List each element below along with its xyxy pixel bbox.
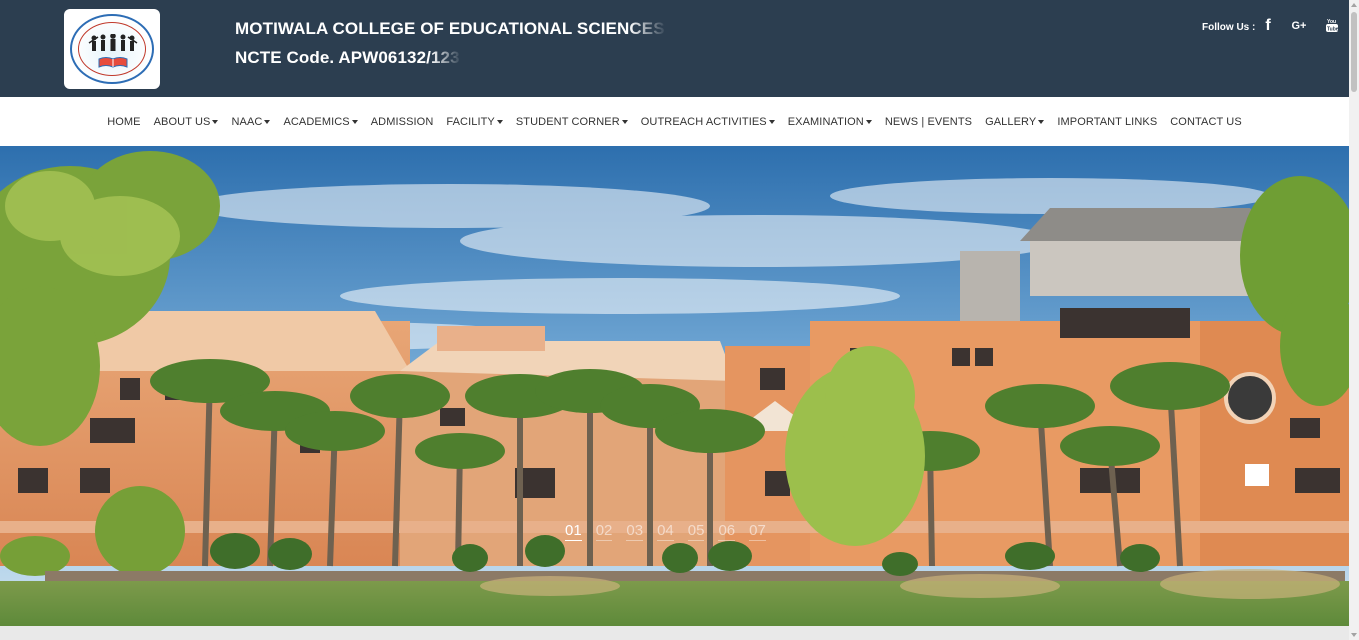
slide-indicator-07[interactable]: 07: [749, 522, 766, 541]
nav-important-links[interactable]: IMPORTANT LINKS: [1057, 116, 1157, 128]
hero-slider: 01 02 03 04 05 06 07: [0, 146, 1349, 626]
site-header: MOTIWALA COLLEGE OF EDUCATIONAL SCIENCES…: [0, 0, 1349, 97]
scroll-up-arrow-icon[interactable]: [1351, 3, 1357, 7]
caret-down-icon: [212, 119, 219, 124]
nav-admission[interactable]: ADMISSION: [371, 116, 434, 128]
slide-indicator-01[interactable]: 01: [565, 522, 582, 541]
slide-indicator-03[interactable]: 03: [626, 522, 644, 541]
nav-about-us[interactable]: ABOUT US: [154, 116, 219, 128]
caret-down-icon: [1038, 119, 1045, 124]
nav-outreach-activities[interactable]: OUTREACH ACTIVITIES: [641, 116, 775, 128]
logo-seal-icon: [70, 14, 154, 84]
nav-contact-us[interactable]: CONTACT US: [1170, 116, 1242, 128]
ncte-code: NCTE Code. APW06132/123: [235, 48, 460, 67]
slide-indicator-02[interactable]: 02: [595, 522, 613, 541]
slide-indicator-06[interactable]: 06: [718, 522, 736, 541]
caret-down-icon: [264, 119, 271, 124]
follow-us-label: Follow Us :: [1202, 22, 1256, 33]
nav-examination[interactable]: EXAMINATION: [788, 116, 872, 128]
caret-down-icon: [621, 119, 628, 124]
nav-facility[interactable]: FACILITY: [446, 116, 503, 128]
slide-indicator-04[interactable]: 04: [657, 522, 674, 541]
caret-down-icon: [768, 119, 775, 124]
caret-down-icon: [496, 119, 503, 124]
scrollbar-thumb[interactable]: [1351, 12, 1357, 92]
nav-academics[interactable]: ACADEMICS: [283, 116, 358, 128]
main-navigation: HOME ABOUT US NAAC ACADEMICS ADMISSION F…: [0, 97, 1349, 146]
scroll-down-arrow-icon[interactable]: [1351, 633, 1357, 637]
slider-indicators: 01 02 03 04 05 06 07: [565, 522, 766, 541]
youtube-icon[interactable]: You Tube: [1323, 17, 1341, 35]
caret-down-icon: [351, 119, 358, 124]
nav-home[interactable]: HOME: [107, 116, 140, 128]
nav-student-corner[interactable]: STUDENT CORNER: [516, 116, 628, 128]
svg-text:Tube: Tube: [1327, 27, 1339, 33]
page-bottom-edge: [0, 626, 1349, 640]
slide-indicator-05[interactable]: 05: [687, 522, 705, 541]
nav-gallery[interactable]: GALLERY: [985, 116, 1045, 128]
nav-news-events[interactable]: NEWS | EVENTS: [885, 116, 972, 128]
nav-naac[interactable]: NAAC: [231, 116, 271, 128]
college-name: MOTIWALA COLLEGE OF EDUCATIONAL SCIENCES: [235, 19, 665, 38]
caret-down-icon: [865, 119, 872, 124]
page-scrollbar[interactable]: [1349, 0, 1359, 640]
college-logo[interactable]: [64, 9, 160, 89]
campus-photo: [0, 146, 1349, 626]
google-plus-icon[interactable]: G+: [1290, 20, 1308, 38]
facebook-icon[interactable]: f: [1259, 17, 1277, 35]
